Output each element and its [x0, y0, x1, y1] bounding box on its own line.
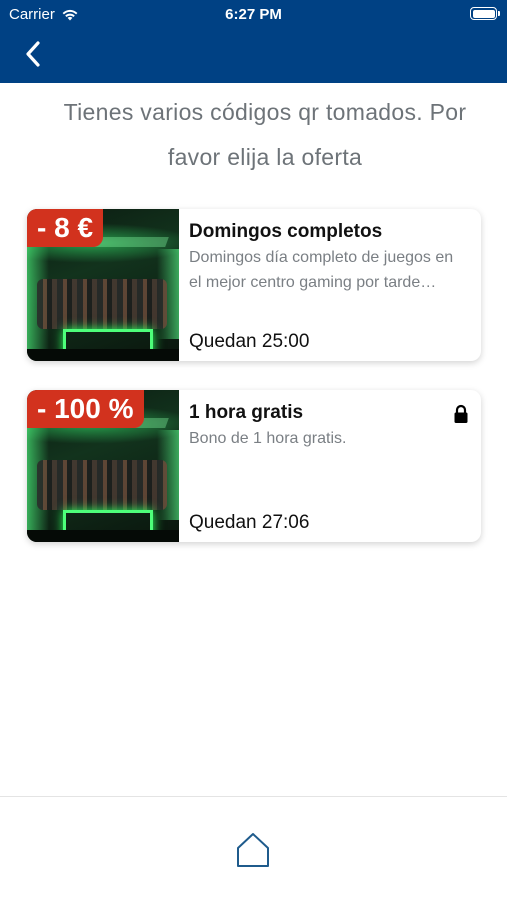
- discount-badge: - 100 %: [27, 390, 144, 428]
- offer-remaining-time: Quedan 27:06: [189, 512, 310, 533]
- clock: 6:27 PM: [225, 6, 282, 23]
- offer-card[interactable]: - 100 % 1 hora gratis Bono de 1 hora gra…: [27, 390, 481, 542]
- battery-icon: [470, 7, 500, 20]
- discount-badge: - 8 €: [27, 209, 104, 247]
- tab-bar: [0, 796, 507, 900]
- navigation-header: Carrier 6:27 PM: [0, 0, 507, 83]
- offer-description: Domingos día completo de juegos en el me…: [189, 249, 454, 291]
- offer-title: Domingos completos: [189, 221, 383, 242]
- offer-remaining-time: Quedan 25:00: [189, 331, 310, 352]
- instruction-message: Tienes varios códigos qr tomados. Por fa…: [63, 99, 467, 170]
- offer-card[interactable]: - 8 € Domingos completos Domingos día co…: [27, 209, 481, 361]
- home-button[interactable]: [234, 830, 272, 870]
- offer-description: Bono de 1 hora gratis.: [189, 430, 347, 447]
- chevron-left-icon: [26, 41, 40, 67]
- offer-title: 1 hora gratis: [189, 402, 304, 423]
- status-bar: Carrier 6:27 PM: [0, 0, 507, 28]
- home-icon: [237, 833, 269, 867]
- back-button[interactable]: [18, 38, 48, 70]
- lock-icon: [454, 404, 468, 423]
